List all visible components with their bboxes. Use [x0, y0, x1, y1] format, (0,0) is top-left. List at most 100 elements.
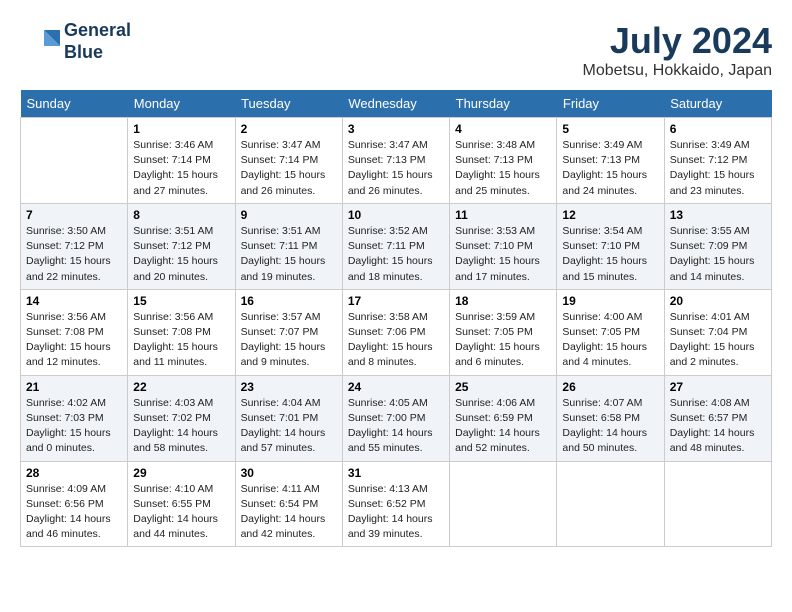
location: Mobetsu, Hokkaido, Japan — [583, 62, 772, 80]
calendar-cell: 5 Sunrise: 3:49 AMSunset: 7:13 PMDaylight… — [557, 118, 664, 204]
cell-info: Sunrise: 4:11 AMSunset: 6:54 PMDaylight:… — [241, 482, 337, 543]
cell-info: Sunrise: 4:03 AMSunset: 7:02 PMDaylight:… — [133, 396, 229, 457]
page-header: General Blue July 2024 Mobetsu, Hokkaido… — [20, 20, 772, 80]
day-number: 9 — [241, 208, 337, 222]
cell-info: Sunrise: 3:52 AMSunset: 7:11 PMDaylight:… — [348, 224, 444, 285]
day-number: 15 — [133, 294, 229, 308]
cell-info: Sunrise: 3:57 AMSunset: 7:07 PMDaylight:… — [241, 310, 337, 371]
day-number: 19 — [562, 294, 658, 308]
calendar-week-row: 1 Sunrise: 3:46 AMSunset: 7:14 PMDaylight… — [21, 118, 772, 204]
cell-info: Sunrise: 4:01 AMSunset: 7:04 PMDaylight:… — [670, 310, 766, 371]
calendar-cell: 3 Sunrise: 3:47 AMSunset: 7:13 PMDaylight… — [342, 118, 449, 204]
calendar-week-row: 21 Sunrise: 4:02 AMSunset: 7:03 PMDayligh… — [21, 375, 772, 461]
day-number: 22 — [133, 380, 229, 394]
day-number: 21 — [26, 380, 122, 394]
cell-info: Sunrise: 3:56 AMSunset: 7:08 PMDaylight:… — [133, 310, 229, 371]
calendar-cell: 2 Sunrise: 3:47 AMSunset: 7:14 PMDaylight… — [235, 118, 342, 204]
calendar-cell: 25 Sunrise: 4:06 AMSunset: 6:59 PMDayligh… — [450, 375, 557, 461]
day-number: 17 — [348, 294, 444, 308]
day-number: 24 — [348, 380, 444, 394]
day-number: 5 — [562, 122, 658, 136]
calendar-day-header: Saturday — [664, 90, 771, 118]
cell-info: Sunrise: 3:53 AMSunset: 7:10 PMDaylight:… — [455, 224, 551, 285]
cell-info: Sunrise: 3:58 AMSunset: 7:06 PMDaylight:… — [348, 310, 444, 371]
cell-info: Sunrise: 3:48 AMSunset: 7:13 PMDaylight:… — [455, 138, 551, 199]
calendar-day-header: Thursday — [450, 90, 557, 118]
day-number: 30 — [241, 466, 337, 480]
calendar-cell: 14 Sunrise: 3:56 AMSunset: 7:08 PMDayligh… — [21, 289, 128, 375]
cell-info: Sunrise: 4:09 AMSunset: 6:56 PMDaylight:… — [26, 482, 122, 543]
calendar-cell — [450, 461, 557, 547]
day-number: 10 — [348, 208, 444, 222]
month-year: July 2024 — [583, 20, 772, 62]
calendar-cell: 15 Sunrise: 3:56 AMSunset: 7:08 PMDayligh… — [128, 289, 235, 375]
cell-info: Sunrise: 4:13 AMSunset: 6:52 PMDaylight:… — [348, 482, 444, 543]
day-number: 13 — [670, 208, 766, 222]
cell-info: Sunrise: 3:47 AMSunset: 7:14 PMDaylight:… — [241, 138, 337, 199]
calendar-cell: 6Sunrise: 3:49 AMSunset: 7:12 PMDaylight… — [664, 118, 771, 204]
calendar-week-row: 14 Sunrise: 3:56 AMSunset: 7:08 PMDayligh… — [21, 289, 772, 375]
cell-info: Sunrise: 4:02 AMSunset: 7:03 PMDaylight:… — [26, 396, 122, 457]
day-number: 18 — [455, 294, 551, 308]
cell-info: Sunrise: 4:10 AMSunset: 6:55 PMDaylight:… — [133, 482, 229, 543]
day-number: 7 — [26, 208, 122, 222]
calendar-cell: 28Sunrise: 4:09 AMSunset: 6:56 PMDayligh… — [21, 461, 128, 547]
calendar-cell: 8 Sunrise: 3:51 AMSunset: 7:12 PMDaylight… — [128, 203, 235, 289]
day-number: 8 — [133, 208, 229, 222]
calendar-cell: 13 Sunrise: 3:55 AMSunset: 7:09 PMDayligh… — [664, 203, 771, 289]
cell-info: Sunrise: 3:47 AMSunset: 7:13 PMDaylight:… — [348, 138, 444, 199]
cell-info: Sunrise: 4:08 AMSunset: 6:57 PMDaylight:… — [670, 396, 766, 457]
calendar-cell: 16Sunrise: 3:57 AMSunset: 7:07 PMDayligh… — [235, 289, 342, 375]
calendar-day-header: Sunday — [21, 90, 128, 118]
calendar-day-header: Tuesday — [235, 90, 342, 118]
calendar-cell — [21, 118, 128, 204]
day-number: 12 — [562, 208, 658, 222]
day-number: 14 — [26, 294, 122, 308]
calendar-cell: 27 Sunrise: 4:08 AMSunset: 6:57 PMDayligh… — [664, 375, 771, 461]
calendar-cell: 19Sunrise: 4:00 AMSunset: 7:05 PMDayligh… — [557, 289, 664, 375]
day-number: 4 — [455, 122, 551, 136]
calendar-cell: 29 Sunrise: 4:10 AMSunset: 6:55 PMDayligh… — [128, 461, 235, 547]
day-number: 29 — [133, 466, 229, 480]
cell-info: Sunrise: 3:54 AMSunset: 7:10 PMDaylight:… — [562, 224, 658, 285]
day-number: 6 — [670, 122, 766, 136]
calendar-cell: 9 Sunrise: 3:51 AMSunset: 7:11 PMDaylight… — [235, 203, 342, 289]
calendar-cell: 11 Sunrise: 3:53 AMSunset: 7:10 PMDayligh… — [450, 203, 557, 289]
calendar-week-row: 7 Sunrise: 3:50 AMSunset: 7:12 PMDaylight… — [21, 203, 772, 289]
calendar-cell: 17 Sunrise: 3:58 AMSunset: 7:06 PMDayligh… — [342, 289, 449, 375]
calendar-cell: 18 Sunrise: 3:59 AMSunset: 7:05 PMDayligh… — [450, 289, 557, 375]
calendar-table: SundayMondayTuesdayWednesdayThursdayFrid… — [20, 90, 772, 547]
calendar-cell — [557, 461, 664, 547]
logo: General Blue — [20, 20, 131, 63]
day-number: 27 — [670, 380, 766, 394]
calendar-cell: 1 Sunrise: 3:46 AMSunset: 7:14 PMDaylight… — [128, 118, 235, 204]
calendar-day-header: Friday — [557, 90, 664, 118]
cell-info: Sunrise: 3:51 AMSunset: 7:11 PMDaylight:… — [241, 224, 337, 285]
cell-info: Sunrise: 3:49 AMSunset: 7:13 PMDaylight:… — [562, 138, 658, 199]
logo-icon — [20, 22, 60, 62]
cell-info: Sunrise: 4:06 AMSunset: 6:59 PMDaylight:… — [455, 396, 551, 457]
calendar-cell: 23Sunrise: 4:04 AMSunset: 7:01 PMDayligh… — [235, 375, 342, 461]
day-number: 3 — [348, 122, 444, 136]
calendar-cell: 22 Sunrise: 4:03 AMSunset: 7:02 PMDayligh… — [128, 375, 235, 461]
calendar-week-row: 28Sunrise: 4:09 AMSunset: 6:56 PMDayligh… — [21, 461, 772, 547]
calendar-cell: 7 Sunrise: 3:50 AMSunset: 7:12 PMDaylight… — [21, 203, 128, 289]
calendar-cell: 10 Sunrise: 3:52 AMSunset: 7:11 PMDayligh… — [342, 203, 449, 289]
calendar-cell: 4 Sunrise: 3:48 AMSunset: 7:13 PMDaylight… — [450, 118, 557, 204]
day-number: 11 — [455, 208, 551, 222]
cell-info: Sunrise: 3:56 AMSunset: 7:08 PMDaylight:… — [26, 310, 122, 371]
calendar-cell — [664, 461, 771, 547]
calendar-header-row: SundayMondayTuesdayWednesdayThursdayFrid… — [21, 90, 772, 118]
cell-info: Sunrise: 3:55 AMSunset: 7:09 PMDaylight:… — [670, 224, 766, 285]
cell-info: Sunrise: 3:51 AMSunset: 7:12 PMDaylight:… — [133, 224, 229, 285]
title-block: July 2024 Mobetsu, Hokkaido, Japan — [583, 20, 772, 80]
day-number: 25 — [455, 380, 551, 394]
cell-info: Sunrise: 3:46 AMSunset: 7:14 PMDaylight:… — [133, 138, 229, 199]
cell-info: Sunrise: 3:59 AMSunset: 7:05 PMDaylight:… — [455, 310, 551, 371]
day-number: 31 — [348, 466, 444, 480]
day-number: 1 — [133, 122, 229, 136]
day-number: 2 — [241, 122, 337, 136]
cell-info: Sunrise: 3:50 AMSunset: 7:12 PMDaylight:… — [26, 224, 122, 285]
calendar-cell: 30 Sunrise: 4:11 AMSunset: 6:54 PMDayligh… — [235, 461, 342, 547]
cell-info: Sunrise: 4:05 AMSunset: 7:00 PMDaylight:… — [348, 396, 444, 457]
